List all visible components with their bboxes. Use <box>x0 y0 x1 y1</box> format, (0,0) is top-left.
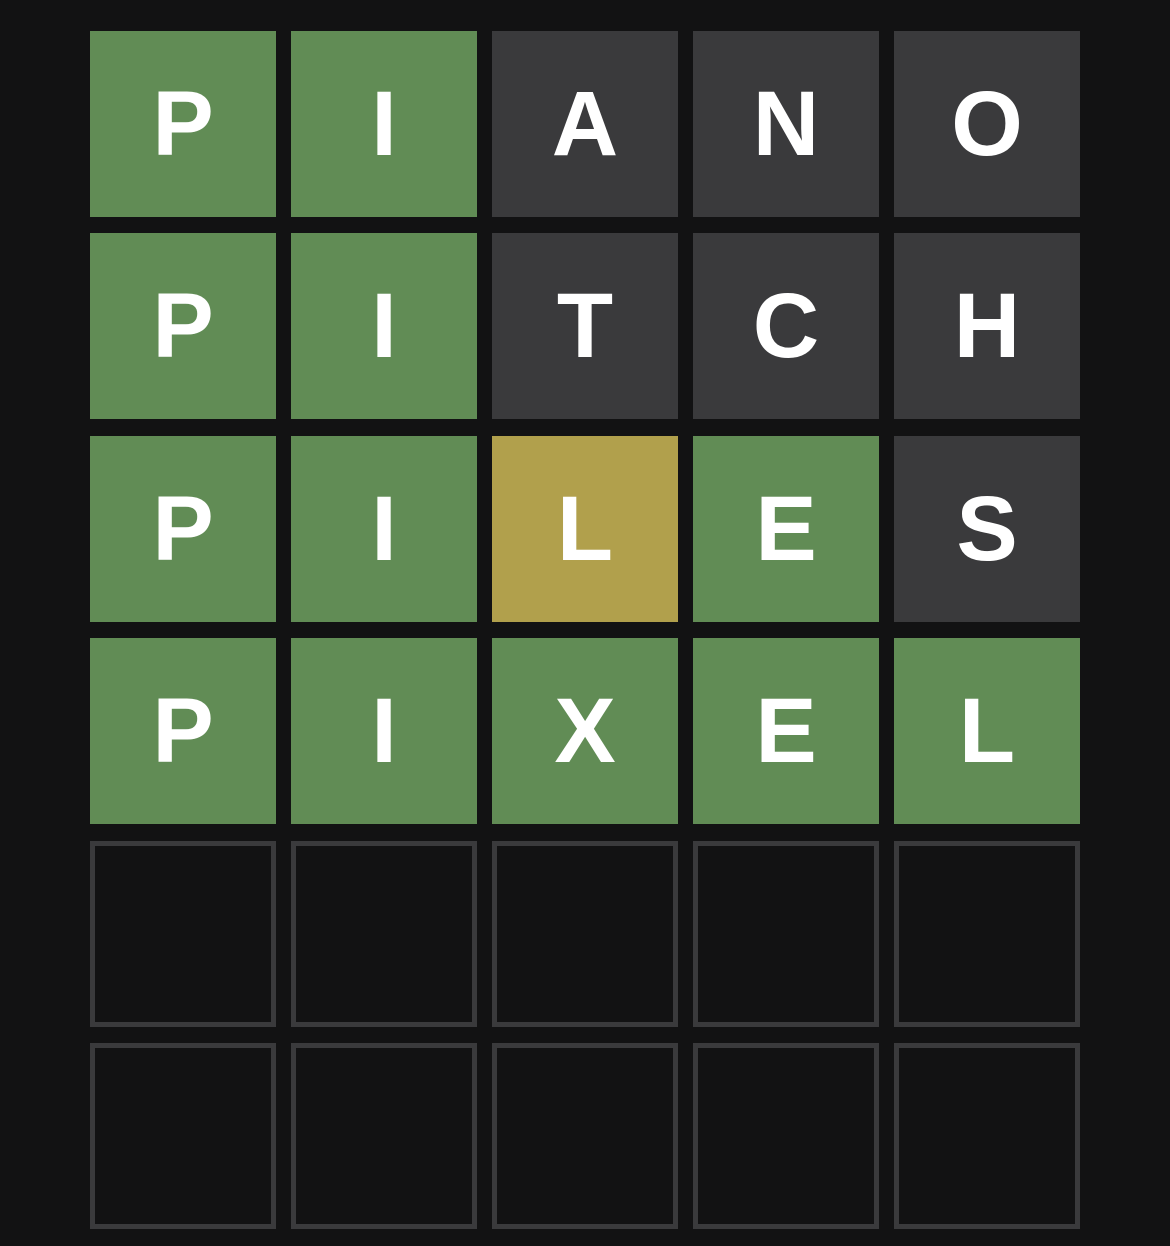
game-board: P I A N O P I T C H P I L E S P I X E L <box>90 31 1080 1229</box>
tile-empty <box>894 1042 1080 1229</box>
tile-absent: H <box>894 233 1080 420</box>
tile-empty <box>291 1042 477 1229</box>
tile-absent: C <box>693 233 879 420</box>
tile-absent: T <box>492 233 678 420</box>
tile-empty <box>291 840 477 1027</box>
tile-empty <box>492 1042 678 1229</box>
tile-correct: I <box>291 435 477 622</box>
tile-empty <box>693 840 879 1027</box>
tile-empty <box>894 840 1080 1027</box>
tile-correct: I <box>291 31 477 217</box>
tile-correct: I <box>291 233 477 420</box>
tile-correct: E <box>693 435 879 622</box>
tile-empty <box>693 1042 879 1229</box>
tile-absent: S <box>894 435 1080 622</box>
tile-correct: P <box>90 435 276 622</box>
tile-correct: E <box>693 638 879 825</box>
tile-empty <box>90 840 276 1027</box>
tile-absent: N <box>693 31 879 217</box>
tile-correct: I <box>291 638 477 825</box>
tile-correct: X <box>492 638 678 825</box>
tile-absent: A <box>492 31 678 217</box>
tile-present: L <box>492 435 678 622</box>
tile-correct: P <box>90 233 276 420</box>
tile-empty <box>492 840 678 1027</box>
tile-empty <box>90 1042 276 1229</box>
tile-correct: P <box>90 638 276 825</box>
tile-correct: L <box>894 638 1080 825</box>
tile-absent: O <box>894 31 1080 217</box>
tile-correct: P <box>90 31 276 217</box>
